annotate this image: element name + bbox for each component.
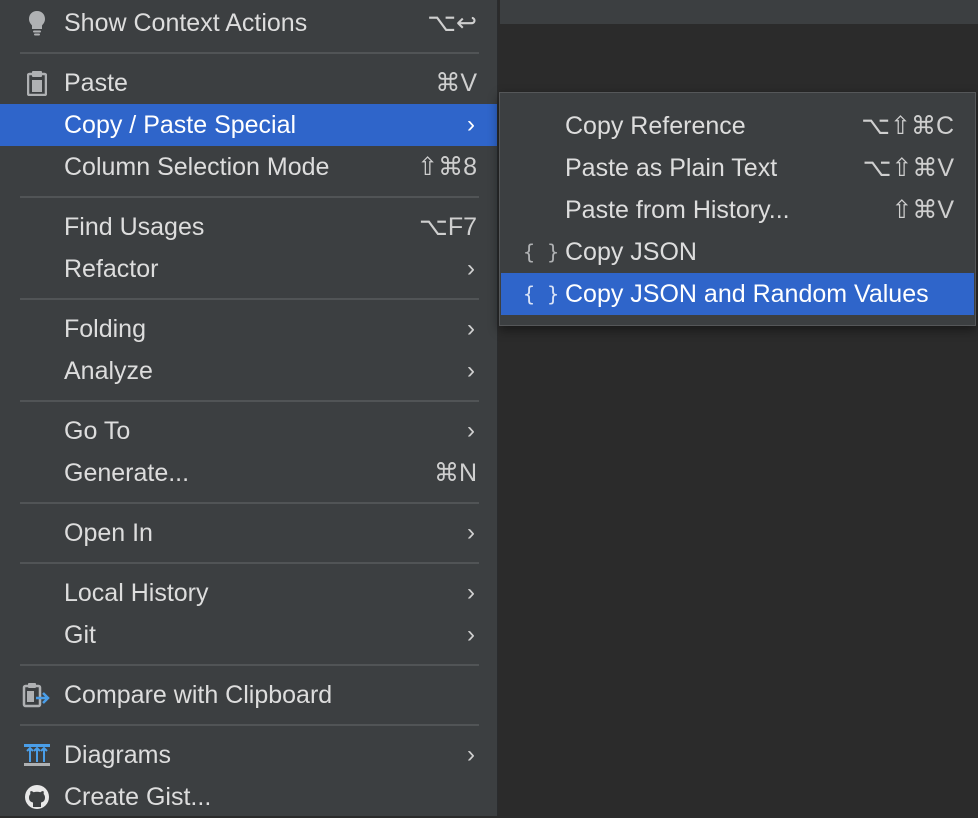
chevron-right-icon: ›	[467, 741, 475, 768]
chevron-right-icon: ›	[467, 519, 475, 546]
menu-separator	[20, 562, 479, 564]
copy-paste-special-submenu: Copy Reference ⌥⇧⌘C Paste as Plain Text …	[499, 92, 976, 326]
menu-item-label: Local History	[64, 579, 209, 607]
diagrams-icon	[22, 742, 52, 768]
chevron-right-icon: ›	[467, 111, 475, 138]
menu-item-compare-with-clipboard[interactable]: Compare with Clipboard	[0, 674, 497, 716]
menu-separator	[20, 724, 479, 726]
menu-item-find-usages[interactable]: Find Usages ⌥F7	[0, 206, 497, 248]
menu-item-show-context-actions[interactable]: Show Context Actions ⌥↩	[0, 2, 497, 44]
menu-item-create-gist[interactable]: Create Gist...	[0, 776, 497, 818]
submenu-item-label: Copy Reference	[565, 112, 746, 140]
submenu-item-paste-from-history[interactable]: Paste from History... ⇧⌘V	[501, 189, 974, 231]
menu-separator	[20, 400, 479, 402]
menu-item-shortcut: ⌥F7	[419, 213, 477, 241]
chevron-right-icon: ›	[467, 621, 475, 648]
menu-item-label: Go To	[64, 417, 131, 445]
compare-clipboard-icon	[22, 682, 52, 708]
menu-item-diagrams[interactable]: Diagrams ›	[0, 734, 497, 776]
menu-item-label: Git	[64, 621, 96, 649]
menu-separator	[20, 196, 479, 198]
menu-item-go-to[interactable]: Go To ›	[0, 410, 497, 452]
submenu-item-shortcut: ⇧⌘V	[891, 196, 954, 224]
context-menu: Show Context Actions ⌥↩ Paste ⌘V Copy / …	[0, 0, 498, 816]
menu-item-git[interactable]: Git ›	[0, 614, 497, 656]
menu-item-analyze[interactable]: Analyze ›	[0, 350, 497, 392]
menu-item-folding[interactable]: Folding ›	[0, 308, 497, 350]
menu-separator	[20, 664, 479, 666]
submenu-item-label: Paste from History...	[565, 196, 790, 224]
menu-item-column-selection-mode[interactable]: Column Selection Mode ⇧⌘8	[0, 146, 497, 188]
submenu-item-copy-reference[interactable]: Copy Reference ⌥⇧⌘C	[501, 105, 974, 147]
editor-tab-strip	[500, 0, 978, 24]
menu-item-refactor[interactable]: Refactor ›	[0, 248, 497, 290]
menu-separator	[20, 502, 479, 504]
menu-item-copy-paste-special[interactable]: Copy / Paste Special ›	[0, 104, 497, 146]
menu-separator	[20, 52, 479, 54]
submenu-item-copy-json-random-values[interactable]: { } Copy JSON and Random Values	[501, 273, 974, 315]
chevron-right-icon: ›	[467, 255, 475, 282]
submenu-item-shortcut: ⌥⇧⌘V	[862, 154, 954, 182]
submenu-item-copy-json[interactable]: { } Copy JSON	[501, 231, 974, 273]
submenu-item-paste-as-plain-text[interactable]: Paste as Plain Text ⌥⇧⌘V	[501, 147, 974, 189]
menu-item-label: Show Context Actions	[64, 9, 308, 37]
menu-item-shortcut: ⌘V	[435, 69, 477, 97]
menu-item-label: Paste	[64, 69, 128, 97]
chevron-right-icon: ›	[467, 579, 475, 606]
lightbulb-icon	[22, 10, 52, 36]
submenu-item-label: Paste as Plain Text	[565, 154, 778, 182]
menu-item-label: Compare with Clipboard	[64, 681, 333, 709]
menu-item-generate[interactable]: Generate... ⌘N	[0, 452, 497, 494]
menu-item-label: Open In	[64, 519, 153, 547]
menu-item-label: Create Gist...	[64, 783, 212, 811]
menu-item-label: Folding	[64, 315, 146, 343]
menu-item-paste[interactable]: Paste ⌘V	[0, 62, 497, 104]
json-braces-icon: { }	[523, 240, 560, 264]
menu-item-label: Generate...	[64, 459, 190, 487]
menu-separator	[20, 298, 479, 300]
menu-item-label: Diagrams	[64, 741, 171, 769]
menu-item-shortcut: ⌘N	[433, 459, 477, 487]
menu-item-shortcut: ⌥↩	[427, 9, 477, 37]
submenu-item-shortcut: ⌥⇧⌘C	[861, 112, 954, 140]
chevron-right-icon: ›	[467, 417, 475, 444]
menu-item-label: Copy / Paste Special	[64, 111, 297, 139]
submenu-item-label: Copy JSON	[565, 238, 697, 266]
json-braces-icon: { }	[523, 282, 560, 306]
submenu-item-label: Copy JSON and Random Values	[565, 280, 929, 308]
menu-item-label: Refactor	[64, 255, 159, 283]
clipboard-icon	[22, 70, 52, 96]
github-icon	[22, 784, 52, 810]
menu-item-label: Analyze	[64, 357, 153, 385]
menu-item-open-in[interactable]: Open In ›	[0, 512, 497, 554]
menu-item-label: Find Usages	[64, 213, 205, 241]
menu-item-shortcut: ⇧⌘8	[417, 153, 477, 181]
menu-item-label: Column Selection Mode	[64, 153, 330, 181]
chevron-right-icon: ›	[467, 315, 475, 342]
menu-item-local-history[interactable]: Local History ›	[0, 572, 497, 614]
chevron-right-icon: ›	[467, 357, 475, 384]
